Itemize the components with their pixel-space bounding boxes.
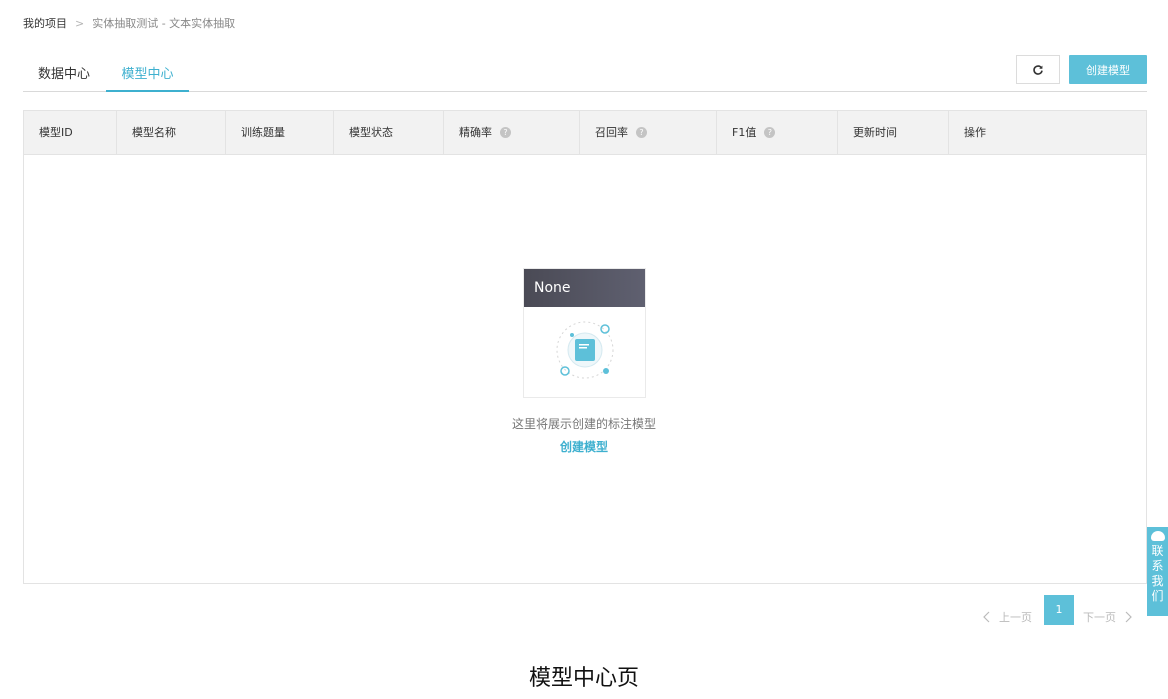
pagination-next-label: 下一页 [1083, 611, 1116, 624]
col-label: 更新时间 [853, 126, 897, 139]
col-updated: 更新时间 [838, 111, 949, 154]
help-icon[interactable]: ? [764, 126, 776, 138]
chevron-right-icon [1125, 611, 1132, 623]
contact-char: 们 [1151, 589, 1164, 603]
col-model-id: 模型ID [24, 111, 117, 154]
col-label: 召回率 [595, 126, 628, 139]
document-icon [556, 321, 614, 379]
contact-char: 我 [1151, 574, 1164, 588]
tab-model-center[interactable]: 模型中心 [106, 66, 189, 92]
empty-create-model-link[interactable]: 创建模型 [0, 438, 1168, 455]
pagination-prev[interactable]: 上一页 [983, 602, 1032, 632]
col-recall: 召回率? [580, 111, 717, 154]
col-model-status: 模型状态 [334, 111, 444, 154]
empty-state-image: None [523, 268, 646, 398]
col-f1: F1值? [717, 111, 838, 154]
table-header: 模型ID 模型名称 训练题量 模型状态 精确率? 召回率? F1值? 更新时间 … [24, 111, 1146, 155]
col-actions: 操作 [949, 111, 1146, 154]
col-label: 模型名称 [132, 126, 176, 139]
help-icon[interactable]: ? [500, 126, 511, 138]
col-label: 训练题量 [241, 126, 285, 139]
breadcrumb-root[interactable]: 我的项目 [23, 16, 67, 32]
col-precision: 精确率? [444, 111, 580, 154]
col-model-name: 模型名称 [117, 111, 226, 154]
help-icon[interactable]: ? [636, 126, 647, 138]
col-label: 模型ID [39, 126, 73, 139]
col-label: F1值 [732, 126, 757, 139]
chevron-left-icon [983, 611, 990, 623]
col-label: 精确率 [459, 126, 492, 139]
breadcrumb-current: 实体抽取测试 - 文本实体抽取 [92, 17, 236, 30]
empty-message: 这里将展示创建的标注模型 [511, 417, 656, 431]
breadcrumb-separator: > [75, 17, 85, 30]
col-train-count: 训练题量 [226, 111, 334, 154]
col-label: 操作 [964, 126, 986, 139]
tab-data-center[interactable]: 数据中心 [38, 66, 90, 91]
pagination-page[interactable]: 1 [1044, 595, 1074, 625]
contact-us-button[interactable]: 联 系 我 们 [1147, 527, 1168, 616]
tab-bar: 数据中心 模型中心 [23, 62, 1147, 92]
breadcrumb: 我的项目 > 实体抽取测试 - 文本实体抽取 [23, 16, 235, 32]
refresh-button[interactable] [1016, 55, 1060, 84]
create-model-button[interactable]: 创建模型 [1069, 55, 1147, 84]
refresh-icon [1033, 64, 1043, 75]
page-caption: 模型中心页 [528, 666, 639, 691]
col-label: 模型状态 [349, 126, 393, 139]
contact-char: 联 [1151, 544, 1164, 558]
pagination-next[interactable]: 下一页 [1083, 602, 1132, 632]
pagination-prev-label: 上一页 [999, 611, 1032, 624]
chat-icon [1150, 531, 1165, 541]
contact-char: 系 [1151, 559, 1164, 573]
empty-image-title: None [524, 269, 645, 307]
